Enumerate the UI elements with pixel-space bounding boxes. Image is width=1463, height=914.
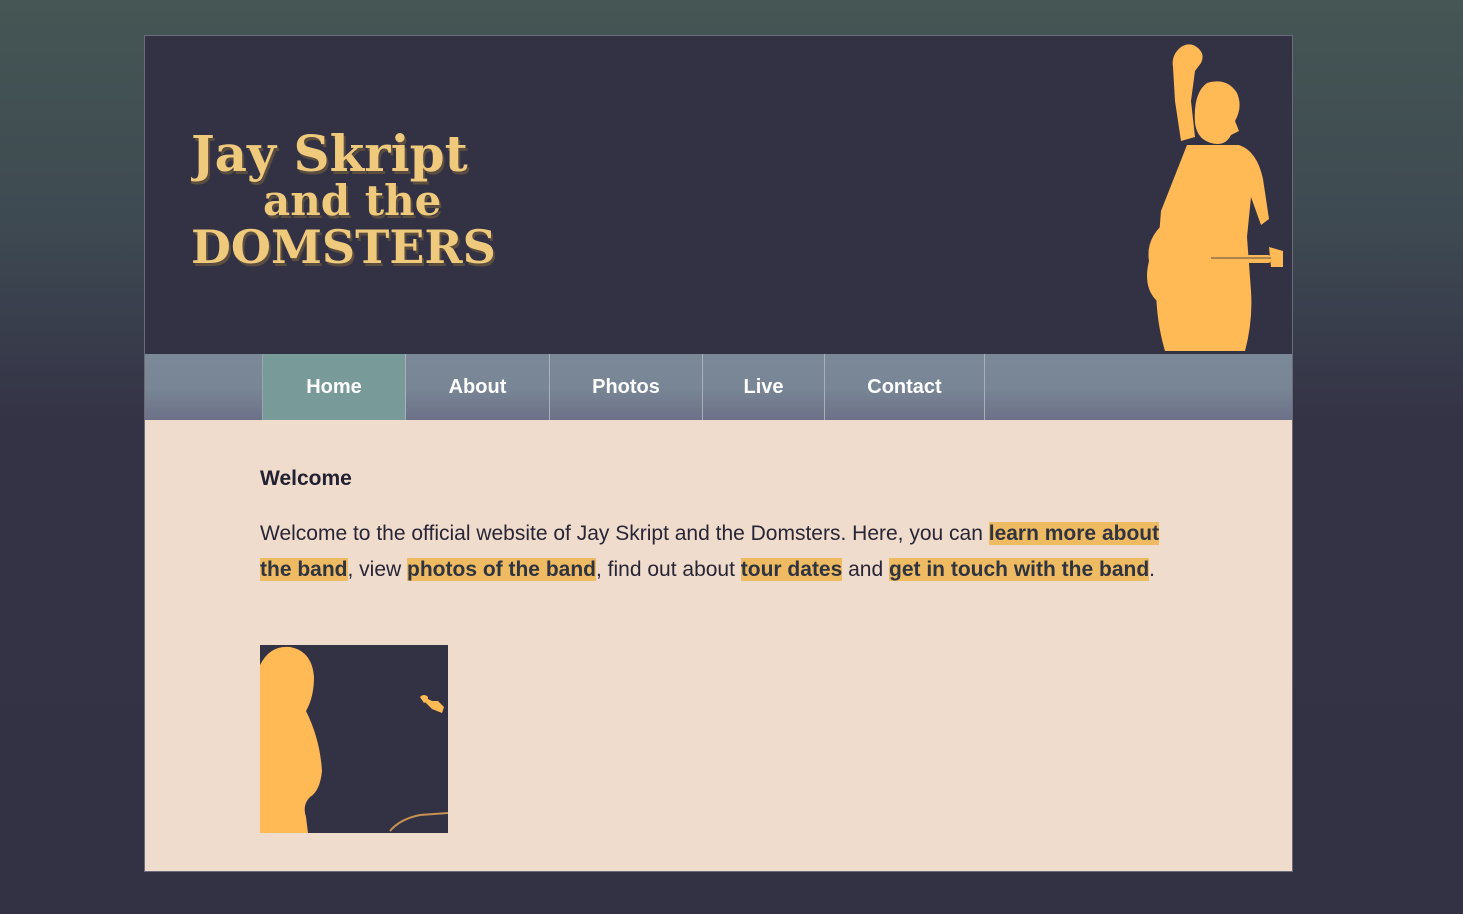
nav-item-live[interactable]: Live: [703, 354, 825, 420]
nav-list: Home About Photos Live Contact: [262, 354, 985, 420]
contact-link[interactable]: get in touch with the band: [889, 558, 1150, 581]
live-link[interactable]: tour dates: [740, 558, 843, 581]
main-content: Welcome Welcome to the official website …: [260, 420, 1160, 833]
intro-paragraph: Welcome to the official website of Jay S…: [260, 516, 1160, 588]
logo-line-2: and the: [263, 176, 441, 225]
page-container: Jay Skript Jay Skript and the and the DO…: [144, 35, 1293, 872]
band-logo[interactable]: Jay Skript Jay Skript and the and the DO…: [191, 122, 551, 272]
logo-line-3: DOMSTERS: [191, 220, 496, 272]
guitarist-silhouette: [1147, 44, 1283, 351]
guitarist-closeup-graphic: [260, 646, 448, 833]
site-header: Jay Skript Jay Skript and the and the DO…: [145, 36, 1292, 354]
nav-item-home[interactable]: Home: [263, 354, 406, 420]
nav-item-about[interactable]: About: [406, 354, 550, 420]
intro-text: Welcome to the official website of Jay S…: [260, 522, 989, 545]
nav-item-contact[interactable]: Contact: [825, 354, 985, 420]
intro-text: , view: [347, 558, 408, 581]
intro-text: and: [842, 558, 890, 581]
band-thumbnail-image: [260, 645, 448, 833]
logo-line-1: Jay Skript: [191, 124, 468, 183]
nav-item-photos[interactable]: Photos: [550, 354, 703, 420]
intro-text: , find out about: [596, 558, 741, 581]
intro-text: .: [1149, 558, 1156, 581]
photos-link[interactable]: photos of the band: [407, 558, 596, 581]
main-navigation: Home About Photos Live Contact: [145, 354, 1292, 420]
page-heading: Welcome: [260, 467, 352, 490]
